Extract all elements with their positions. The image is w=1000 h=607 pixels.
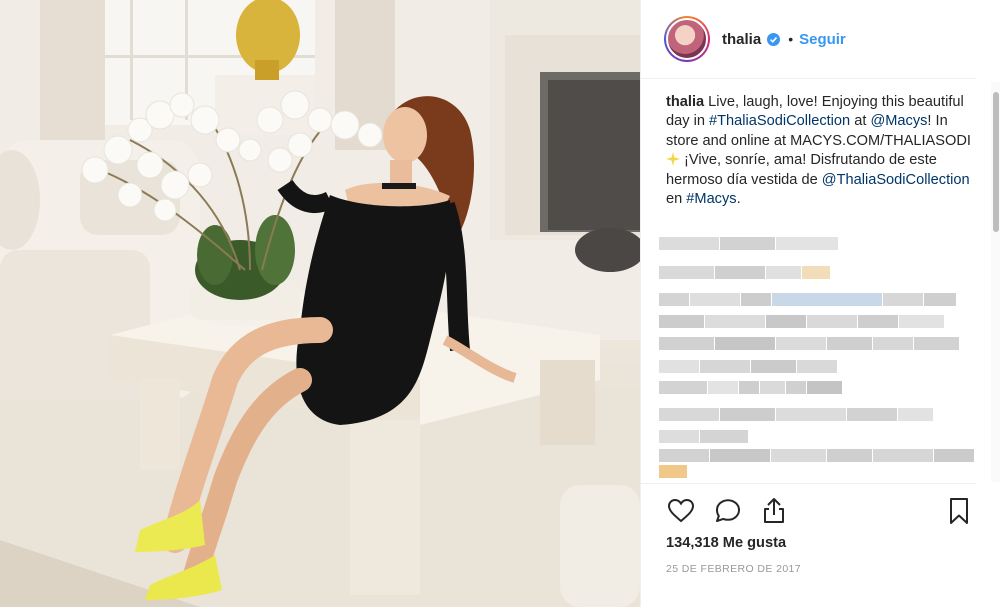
comments-scroll-thumb[interactable] xyxy=(993,92,999,232)
caption-username[interactable]: thalia xyxy=(666,94,704,110)
obscured-comment-row xyxy=(659,293,957,306)
separator-dot: • xyxy=(788,31,794,47)
share-icon[interactable] xyxy=(759,496,789,526)
bookmark-icon[interactable] xyxy=(944,496,974,526)
avatar[interactable] xyxy=(664,16,710,62)
verified-badge-icon xyxy=(767,32,781,46)
caption-text-5: en xyxy=(666,191,687,208)
obscured-comment-row xyxy=(659,381,843,394)
post-header: thalia • Seguir xyxy=(641,0,976,79)
post-actions: 134,318 Me gusta 25 DE FEBRERO DE 2017 xyxy=(641,483,976,599)
sparkle-emoji-icon xyxy=(666,152,680,167)
post-sidebar: thalia • Seguir thalia Live, laugh, love… xyxy=(640,0,1000,607)
obscured-comment-row xyxy=(659,449,975,462)
caption-text-2: at xyxy=(850,113,871,130)
obscured-comments xyxy=(659,235,979,480)
hashtag-link[interactable]: #Macys xyxy=(686,191,736,207)
username-link[interactable]: thalia xyxy=(722,31,761,48)
mention-link[interactable]: @Macys xyxy=(870,113,927,129)
post-caption: thalia Live, laugh, love! Enjoying this … xyxy=(666,93,971,209)
instagram-post-view: thalia • Seguir thalia Live, laugh, love… xyxy=(0,0,1000,607)
obscured-comment-row xyxy=(659,465,688,478)
caption-text-6: . xyxy=(736,191,741,208)
mention-link[interactable]: @ThaliaSodiCollection xyxy=(822,172,970,188)
photo-illustration xyxy=(0,0,640,607)
obscured-comment-row xyxy=(659,237,839,250)
obscured-comment-row xyxy=(659,408,934,421)
post-date: 25 DE FEBRERO DE 2017 xyxy=(666,563,802,575)
comment-bubble-icon[interactable] xyxy=(713,496,743,526)
likes-count[interactable]: 134,318 Me gusta xyxy=(666,535,786,551)
post-photo[interactable] xyxy=(0,0,640,607)
heart-icon[interactable] xyxy=(666,496,696,526)
obscured-comment-row xyxy=(659,360,838,373)
obscured-comment-row xyxy=(659,266,831,279)
obscured-comment-row xyxy=(659,430,749,443)
avatar-image xyxy=(666,18,708,60)
follow-button[interactable]: Seguir xyxy=(799,31,846,48)
hashtag-link[interactable]: #ThaliaSodiCollection xyxy=(709,113,850,129)
obscured-comment-row xyxy=(659,315,945,328)
obscured-comment-row xyxy=(659,337,960,350)
